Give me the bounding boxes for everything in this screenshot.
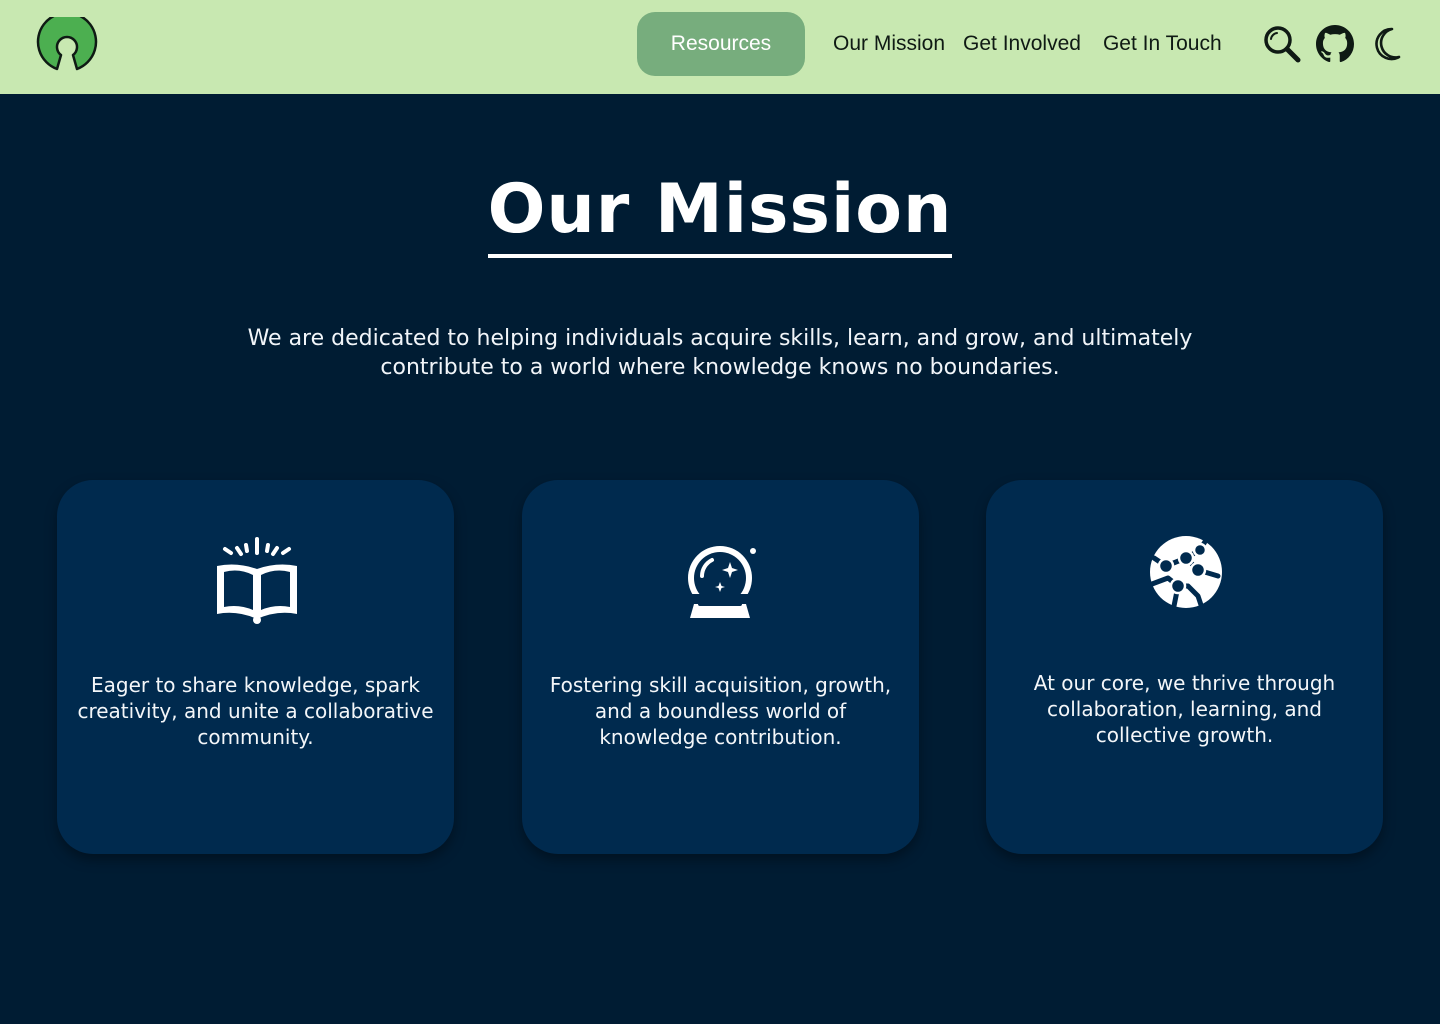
open-source-logo-icon <box>36 11 98 71</box>
mission-intro: We are dedicated to helping individuals … <box>247 326 1193 380</box>
page-title: Our Mission <box>487 168 953 258</box>
nav-resources-button[interactable]: Resources <box>637 12 805 76</box>
open-book-icon <box>215 536 299 626</box>
nav-get-involved-link[interactable]: Get Involved <box>963 12 1081 76</box>
nav-get-in-touch-link[interactable]: Get In Touch <box>1103 12 1222 76</box>
mission-card: Fostering skill acquisition, growth, and… <box>522 480 919 854</box>
open-source-logo[interactable] <box>35 11 99 73</box>
nav-links: Resources Our Mission Get Involved Get I… <box>637 12 1222 76</box>
search-icon[interactable] <box>1262 24 1302 64</box>
github-icon[interactable] <box>1316 25 1356 65</box>
moon-icon[interactable] <box>1370 26 1410 66</box>
top-navbar: Resources Our Mission Get Involved Get I… <box>0 0 1440 94</box>
crystal-ball-icon <box>680 536 764 626</box>
mission-card: At our core, we thrive through collabora… <box>986 480 1383 854</box>
nav-our-mission-link[interactable]: Our Mission <box>833 12 945 76</box>
mission-card-text: At our core, we thrive through collabora… <box>1033 671 1336 747</box>
mission-card-text: Eager to share knowledge, spark creativi… <box>77 673 434 749</box>
network-globe-icon <box>1144 536 1228 626</box>
mission-card-text: Fostering skill acquisition, growth, and… <box>549 673 892 749</box>
mission-card: Eager to share knowledge, spark creativi… <box>57 480 454 854</box>
